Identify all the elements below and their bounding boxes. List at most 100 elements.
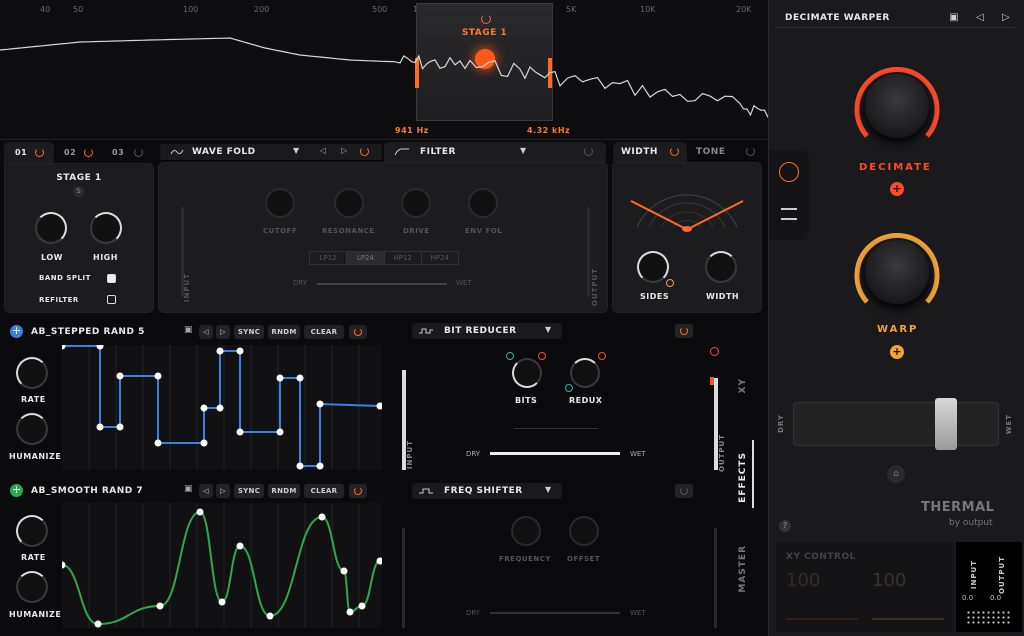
chevron-down-icon[interactable]: ▼ bbox=[545, 325, 551, 334]
mode-hp12-button[interactable]: HP12 bbox=[385, 252, 422, 264]
tone-power-icon[interactable] bbox=[746, 147, 755, 156]
mode-lp12-button[interactable]: LP12 bbox=[310, 252, 348, 264]
stage-power-icon[interactable] bbox=[84, 148, 93, 157]
mod-node[interactable] bbox=[296, 374, 304, 382]
xy-value-2[interactable]: 100 bbox=[872, 570, 906, 591]
chevron-down-icon[interactable]: ▼ bbox=[545, 485, 551, 494]
mod-node[interactable] bbox=[236, 347, 244, 355]
band-split-checkbox[interactable] bbox=[107, 274, 116, 283]
frequency-knob[interactable] bbox=[511, 516, 541, 546]
tab-stage-03[interactable]: 03 bbox=[112, 148, 124, 157]
humanize-knob[interactable] bbox=[16, 413, 48, 445]
drag-handle-icon[interactable] bbox=[966, 610, 1010, 624]
mod-node[interactable] bbox=[216, 404, 224, 412]
mod-node[interactable] bbox=[96, 423, 104, 431]
warp-knob[interactable] bbox=[865, 240, 929, 304]
bits-mod-dot[interactable] bbox=[506, 352, 514, 360]
mod-node[interactable] bbox=[276, 374, 284, 382]
add-modulation-icon[interactable]: + bbox=[890, 345, 904, 359]
add-modulation-icon[interactable]: + bbox=[890, 182, 904, 196]
mod-node[interactable] bbox=[116, 423, 124, 431]
mod-node[interactable] bbox=[276, 428, 284, 436]
next-icon[interactable]: ▷ bbox=[216, 484, 230, 498]
mod2-power-button[interactable] bbox=[349, 484, 367, 498]
modulation-icon[interactable] bbox=[779, 162, 799, 182]
mod-node[interactable] bbox=[346, 608, 354, 616]
dry-wet-slider[interactable] bbox=[490, 452, 620, 455]
filter-tab[interactable]: FILTER ▼ bbox=[384, 142, 606, 162]
env-fol-knob[interactable] bbox=[468, 188, 498, 218]
mod-node[interactable] bbox=[218, 598, 226, 606]
mod1-power-button[interactable] bbox=[349, 325, 367, 339]
dry-wet-slider[interactable] bbox=[490, 612, 620, 614]
mod-node[interactable] bbox=[62, 561, 66, 569]
spectrum-analyzer[interactable]: 40 50 100 200 500 1K 2K 5K 10K 20K STAGE… bbox=[0, 0, 768, 140]
redux-knob[interactable] bbox=[570, 358, 600, 388]
drive-knob[interactable] bbox=[401, 188, 431, 218]
add-icon[interactable]: + bbox=[10, 325, 23, 338]
bitreducer-header[interactable]: BIT REDUCER ▼ bbox=[412, 323, 562, 339]
wavefold-header[interactable]: WAVE FOLD ▼ ◁ ▷ bbox=[160, 144, 382, 160]
redux-mod-dot[interactable] bbox=[565, 384, 573, 392]
tab-stage-02[interactable]: 02 bbox=[64, 148, 76, 157]
preset-header[interactable]: DECIMATE WARPER ▣ ◁ ▷ bbox=[775, 6, 1015, 28]
low-knob[interactable] bbox=[35, 212, 67, 244]
rndm-button[interactable]: RNDM bbox=[268, 325, 300, 339]
decimate-knob[interactable] bbox=[865, 74, 929, 138]
solo-button[interactable]: S bbox=[73, 186, 84, 197]
fader-handle[interactable] bbox=[935, 398, 957, 450]
sides-mod-indicator[interactable] bbox=[666, 279, 674, 287]
high-knob[interactable] bbox=[90, 212, 122, 244]
mode-hp24-button[interactable]: HP24 bbox=[422, 252, 458, 264]
mod-node[interactable] bbox=[236, 428, 244, 436]
next-icon[interactable]: ▷ bbox=[216, 325, 230, 339]
redux-mod-dot-2[interactable] bbox=[598, 352, 606, 360]
humanize-knob[interactable] bbox=[16, 571, 48, 603]
stage-power-icon[interactable] bbox=[134, 148, 143, 157]
mod-node[interactable] bbox=[318, 513, 326, 521]
freqshifter-header[interactable]: FREQ SHIFTER ▼ bbox=[412, 483, 562, 499]
mod-node[interactable] bbox=[154, 439, 162, 447]
width-power-icon[interactable] bbox=[670, 147, 679, 156]
save-icon[interactable]: ▣ bbox=[184, 325, 193, 335]
offset-knob[interactable] bbox=[569, 516, 599, 546]
bits-mod-dot-2[interactable] bbox=[538, 352, 546, 360]
sliders-icon[interactable] bbox=[781, 208, 797, 220]
lock-icon[interactable]: ⌂ bbox=[887, 465, 905, 483]
xy-value-1[interactable]: 100 bbox=[786, 570, 820, 591]
tab-master[interactable]: MASTER bbox=[738, 545, 748, 593]
rndm-button[interactable]: RNDM bbox=[268, 484, 300, 498]
add-icon[interactable]: + bbox=[10, 484, 23, 497]
mod-node[interactable] bbox=[96, 345, 104, 350]
save-icon[interactable]: ▣ bbox=[184, 484, 193, 494]
resonance-knob[interactable] bbox=[334, 188, 364, 218]
mod-node[interactable] bbox=[296, 462, 304, 470]
mod-node[interactable] bbox=[200, 404, 208, 412]
rate-knob[interactable] bbox=[16, 357, 48, 389]
mod-node[interactable] bbox=[216, 347, 224, 355]
chevron-down-icon[interactable]: ▼ bbox=[520, 146, 526, 155]
dry-wet-fader[interactable] bbox=[793, 402, 999, 446]
sides-knob[interactable] bbox=[637, 251, 669, 283]
next-preset-icon[interactable]: ▷ bbox=[997, 9, 1015, 25]
mod-node[interactable] bbox=[196, 508, 204, 516]
prev-icon[interactable]: ◁ bbox=[199, 484, 213, 498]
prev-preset-icon[interactable]: ◁ bbox=[320, 146, 326, 155]
help-icon[interactable]: ? bbox=[779, 520, 791, 532]
rate-knob[interactable] bbox=[16, 515, 48, 547]
mod-node[interactable] bbox=[316, 462, 324, 470]
chevron-down-icon[interactable]: ▼ bbox=[293, 146, 299, 155]
width-knob[interactable] bbox=[705, 251, 737, 283]
clear-button[interactable]: CLEAR bbox=[304, 325, 344, 339]
freqshifter-power-button[interactable] bbox=[675, 484, 693, 498]
refilter-checkbox[interactable] bbox=[107, 295, 116, 304]
tab-stage-01[interactable]: 01 bbox=[4, 142, 54, 164]
filter-power-icon[interactable] bbox=[584, 147, 593, 156]
mod-node[interactable] bbox=[156, 602, 164, 610]
mod-node[interactable] bbox=[200, 439, 208, 447]
mod-node[interactable] bbox=[340, 567, 348, 575]
mod-node[interactable] bbox=[116, 372, 124, 380]
mod-node[interactable] bbox=[236, 542, 244, 550]
bits-knob[interactable] bbox=[512, 358, 542, 388]
prev-preset-icon[interactable]: ◁ bbox=[971, 9, 989, 25]
